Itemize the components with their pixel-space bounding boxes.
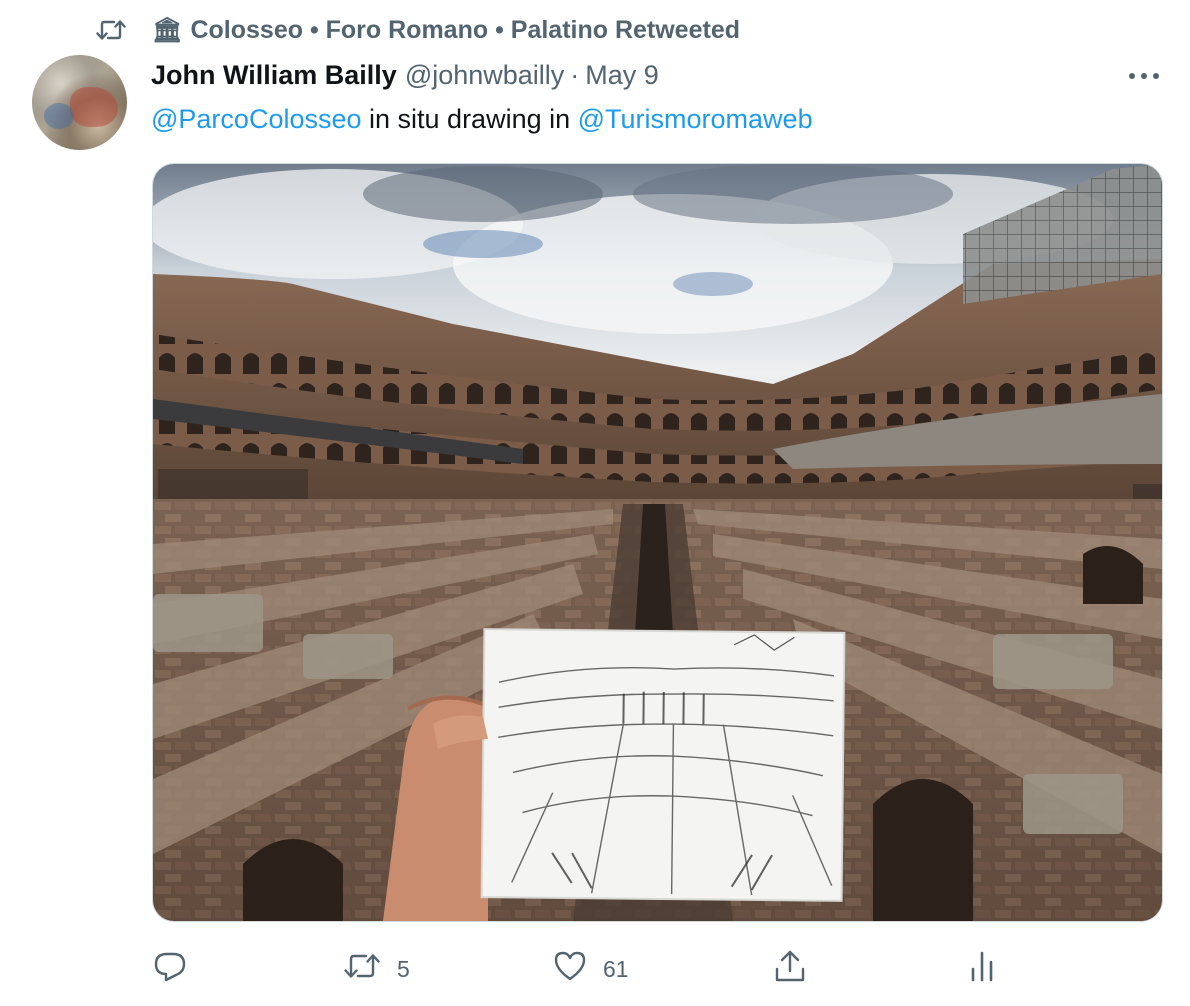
tweet-header: John William Bailly @johnwbailly · May 9 [151,56,659,94]
share-icon [774,949,806,989]
retweet-banner[interactable]: 🏛 Colosseo • Foro Romano • Palatino Retw… [94,14,740,46]
author-avatar[interactable] [32,55,127,150]
analytics-icon [968,949,996,989]
mention-link-turismoromaweb[interactable]: @Turismoromaweb [578,104,813,134]
reply-button[interactable] [153,947,187,991]
retweet-icon [94,14,128,46]
author-handle[interactable]: @johnwbailly [405,60,564,91]
retweet-banner-text[interactable]: Colosseo • Foro Romano • Palatino Retwee… [190,16,740,45]
more-options-button[interactable] [1122,62,1166,90]
share-button[interactable] [774,947,806,991]
colosseum-photo-illustration [153,164,1162,921]
retweet-count: 5 [397,955,410,982]
retweet-button[interactable]: 5 [343,947,410,991]
retweet-icon [343,951,381,987]
header-separator: · [570,59,580,90]
tweet-actions-bar: 5 61 [0,947,1190,991]
avatar-detail [70,87,118,127]
mention-link-parcocolosseo[interactable]: @ParcoColosseo [151,104,362,134]
tweet-text-body: in situ drawing in [361,104,578,134]
like-count: 61 [603,955,629,982]
like-button[interactable]: 61 [553,947,629,991]
classical-building-emoji-icon: 🏛 [152,16,183,44]
reply-icon [153,950,187,988]
tweet-date[interactable]: May 9 [585,60,659,91]
heart-icon [553,950,587,988]
analytics-button[interactable] [968,947,996,991]
more-options-icon [1127,67,1161,85]
tweet-photo[interactable] [152,163,1163,922]
avatar-detail [44,103,74,129]
tweet-text: @ParcoColosseo in situ drawing in @Turis… [151,100,813,138]
author-name[interactable]: John William Bailly [151,60,397,91]
